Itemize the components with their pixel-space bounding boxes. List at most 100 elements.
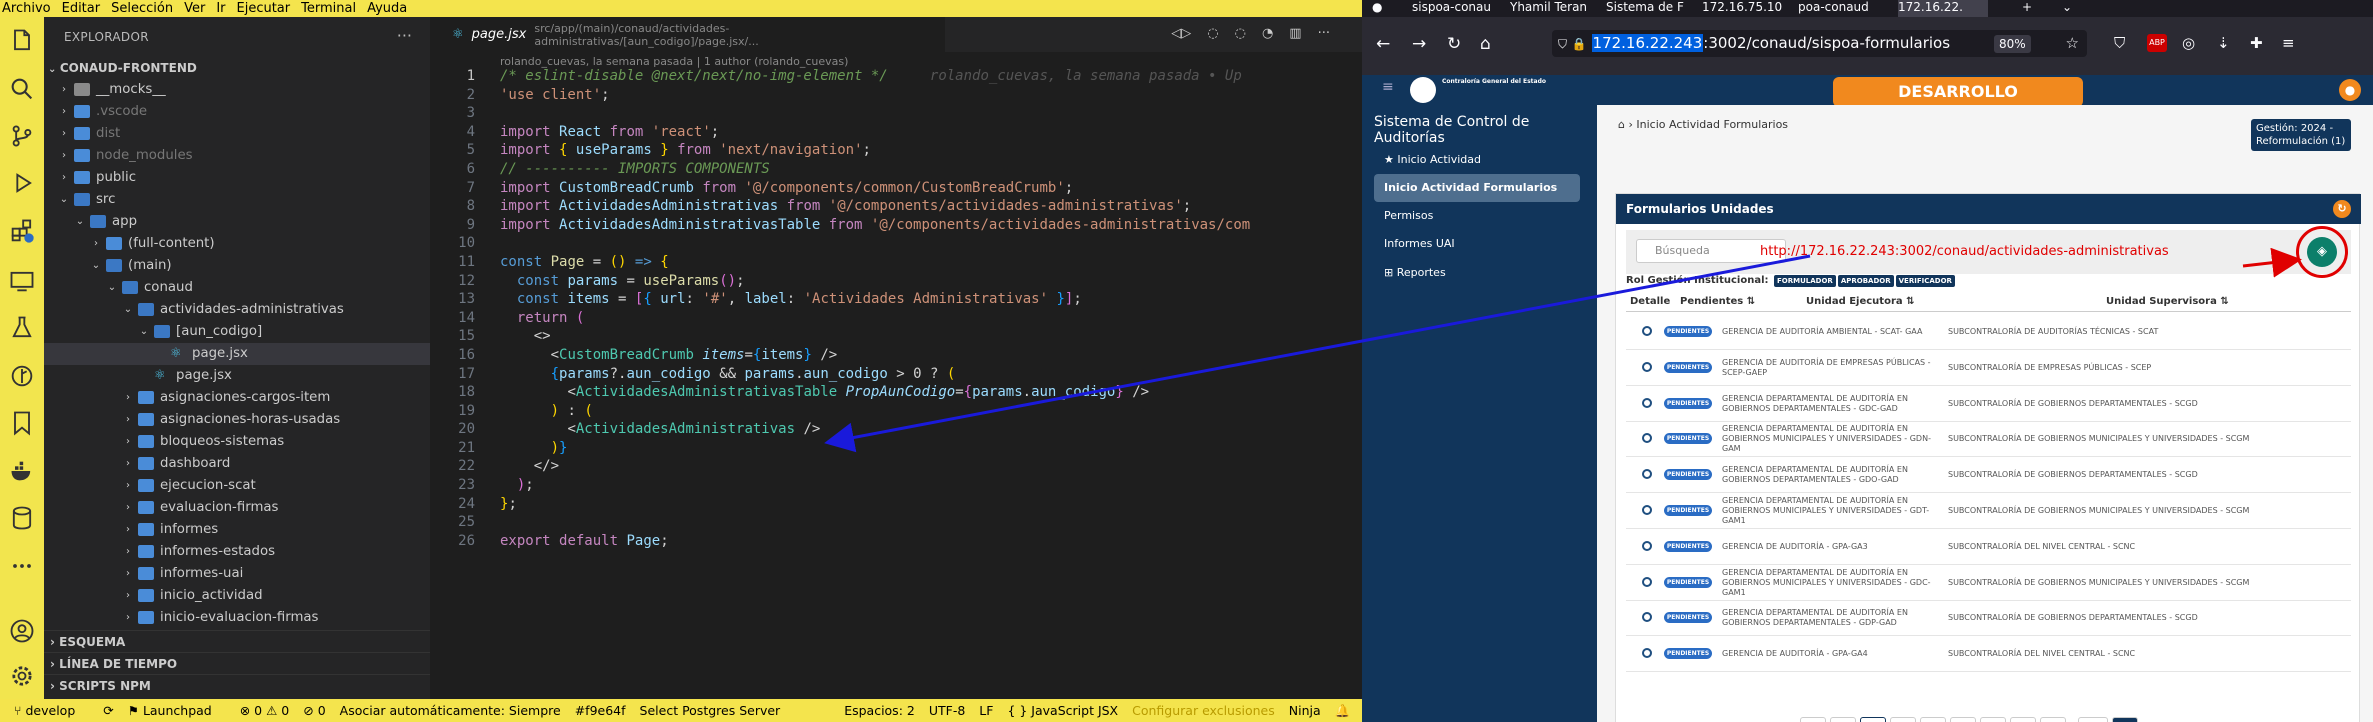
section-npm-scripts[interactable]: › SCRIPTS NPM bbox=[44, 674, 430, 696]
bookmarks-icon[interactable] bbox=[8, 409, 36, 437]
tree-folder[interactable]: › evaluacion-firmas bbox=[44, 497, 430, 519]
status-badge[interactable]: PENDIENTES bbox=[1664, 433, 1712, 445]
explorer-icon[interactable] bbox=[8, 27, 36, 55]
tree-folder[interactable]: ⌄ (main) bbox=[44, 255, 430, 277]
tree-folder[interactable]: › (full-content) bbox=[44, 233, 430, 255]
tree-folder[interactable]: › asignaciones-cargos-item bbox=[44, 387, 430, 409]
browser-tab-3[interactable]: Sistema de F bbox=[1606, 0, 1692, 17]
gestion-badge[interactable]: Gestión: 2024 - Reformulación (1) bbox=[2251, 119, 2351, 151]
page-button[interactable]: » bbox=[2040, 717, 2066, 722]
search-icon[interactable] bbox=[8, 75, 36, 103]
browser-tab-2[interactable]: Yhamil Teran bbox=[1510, 0, 1596, 17]
tree-folder[interactable]: › .vscode bbox=[44, 101, 430, 123]
menu-editar[interactable]: Editar bbox=[62, 1, 101, 16]
status-eol[interactable]: LF bbox=[979, 703, 993, 718]
status-badge[interactable]: PENDIENTES bbox=[1664, 612, 1712, 624]
bookmark-star-icon[interactable]: ☆ bbox=[2066, 30, 2079, 57]
menu-inicio-actividad-formularios[interactable]: Inicio Actividad Formularios bbox=[1374, 174, 1580, 202]
status-auto-attach[interactable]: Asociar automáticamente: Siempre bbox=[340, 703, 561, 718]
status-encoding[interactable]: UTF-8 bbox=[929, 703, 965, 718]
menu-reportes[interactable]: ⊞ Reportes bbox=[1374, 259, 1580, 287]
tab-list-icon[interactable]: ⌄ bbox=[2062, 0, 2072, 17]
docker-icon[interactable] bbox=[8, 457, 36, 485]
view-eye-icon[interactable] bbox=[1642, 576, 1652, 587]
tree-folder[interactable]: › bloqueos-sistemas bbox=[44, 431, 430, 453]
status-db[interactable]: Select Postgres Server bbox=[640, 703, 781, 718]
status-sync[interactable]: ⟳ bbox=[103, 703, 113, 718]
view-eye-icon[interactable] bbox=[1642, 648, 1652, 659]
browser-tab-4[interactable]: 172.16.75.10 bbox=[1702, 0, 1788, 17]
status-ports[interactable]: ⊘ 0 bbox=[303, 703, 325, 718]
status-badge[interactable]: PENDIENTES bbox=[1664, 505, 1712, 516]
browser-tab-5[interactable]: poa-conaud bbox=[1798, 0, 1888, 17]
tree-folder[interactable]: ⌄ conaud bbox=[44, 277, 430, 299]
home-icon[interactable]: ⌂ bbox=[1618, 118, 1625, 131]
manage-gear-icon[interactable] bbox=[8, 662, 36, 690]
account-icon[interactable] bbox=[8, 617, 36, 645]
browser-tab-6-active[interactable]: 172.16.22. bbox=[1898, 0, 1988, 17]
view-eye-icon[interactable] bbox=[1642, 540, 1652, 551]
extensions-icon[interactable] bbox=[8, 217, 36, 245]
tab-page-jsx[interactable]: ⚛ page.jsx src/app/(main)/conaud/activid… bbox=[430, 17, 945, 52]
tree-folder[interactable]: › inicio_actividad bbox=[44, 585, 430, 607]
tree-folder[interactable]: › inicio-evaluacion-firmas bbox=[44, 607, 430, 629]
new-tab-icon[interactable]: + bbox=[2022, 0, 2032, 17]
browser-tab-1[interactable]: sispoa-conau bbox=[1412, 0, 1498, 17]
status-badge[interactable]: PENDIENTES bbox=[1664, 397, 1712, 409]
page-button[interactable]: « bbox=[1800, 717, 1826, 722]
remote-explorer-icon[interactable] bbox=[8, 267, 36, 295]
col-unidad-ejecutora[interactable]: Unidad Ejecutora ⇅ bbox=[1806, 296, 1915, 307]
view-eye-icon[interactable] bbox=[1642, 469, 1652, 480]
more-actions-icon[interactable]: ··· bbox=[1318, 26, 1330, 41]
zoom-indicator[interactable]: 80% bbox=[1994, 35, 2031, 53]
status-problems[interactable]: ⊗ 0 ⚠ 0 bbox=[240, 703, 290, 718]
tree-folder[interactable]: ⌄ [aun_codigo] bbox=[44, 321, 430, 343]
view-eye-icon[interactable] bbox=[1642, 612, 1652, 623]
view-eye-icon[interactable] bbox=[1642, 505, 1652, 515]
status-badge[interactable]: PENDIENTES bbox=[1664, 361, 1712, 373]
menu-informes-uai[interactable]: Informes UAI bbox=[1374, 230, 1580, 258]
source-control-icon[interactable] bbox=[8, 122, 36, 150]
download-icon[interactable]: ⇣ bbox=[2217, 34, 2230, 52]
status-launchpad[interactable]: ⚑ Launchpad bbox=[128, 703, 226, 718]
tree-folder[interactable]: › dashboard bbox=[44, 453, 430, 475]
tree-folder[interactable]: › public bbox=[44, 167, 430, 189]
menu-permisos[interactable]: Permisos bbox=[1374, 202, 1580, 230]
shield-icon[interactable]: ⛉ bbox=[1558, 37, 1567, 51]
forward-icon[interactable]: → bbox=[1412, 34, 1426, 54]
page-button[interactable]: 5 bbox=[1980, 717, 2006, 722]
back-icon[interactable]: ← bbox=[1376, 34, 1390, 54]
notifications-bell-icon[interactable]: 🔔 bbox=[1335, 703, 1351, 719]
more-icon[interactable] bbox=[8, 552, 36, 580]
tree-folder[interactable]: ⌄ actividades-administrativas bbox=[44, 299, 430, 321]
menu-terminal[interactable]: Terminal bbox=[301, 1, 356, 16]
reload-icon[interactable]: ↻ bbox=[1447, 34, 1461, 54]
tree-file[interactable]: ⚛ page.jsx bbox=[44, 365, 430, 387]
status-ninja[interactable]: Ninja bbox=[1289, 703, 1321, 718]
menu-ayuda[interactable]: Ayuda bbox=[367, 1, 407, 16]
section-outline[interactable]: › ESQUEMA bbox=[44, 630, 430, 652]
tree-file[interactable]: ⚛ page.jsx bbox=[44, 343, 430, 365]
tag-button[interactable]: ◈ bbox=[2307, 237, 2337, 267]
tree-folder[interactable]: › informes-estados bbox=[44, 541, 430, 563]
tree-folder[interactable]: › asignaciones-horas-usadas bbox=[44, 409, 430, 431]
code-editor[interactable]: 1/* eslint-disable @next/next/no-img-ele… bbox=[430, 67, 1330, 550]
status-badge[interactable]: PENDIENTES bbox=[1664, 326, 1712, 337]
chevron-down-icon[interactable]: ⌄ bbox=[2112, 717, 2138, 722]
tree-folder[interactable]: › dist bbox=[44, 123, 430, 145]
open-preview-icon[interactable]: ◔ bbox=[1262, 26, 1273, 41]
extension-icon[interactable]: ◎ bbox=[2182, 34, 2195, 52]
page-size-select[interactable]: 10 bbox=[2078, 717, 2108, 722]
run-debug-icon[interactable] bbox=[8, 169, 36, 197]
status-branch[interactable]: ⑂ develop bbox=[14, 703, 89, 718]
status-config-exclusions[interactable]: Configurar exclusiones bbox=[1132, 703, 1275, 718]
testing-icon[interactable] bbox=[8, 314, 36, 342]
page-button[interactable]: 3 bbox=[1920, 717, 1946, 722]
home-icon[interactable]: ⌂ bbox=[1480, 34, 1491, 54]
section-timeline[interactable]: › LÍNEA DE TIEMPO bbox=[44, 652, 430, 674]
split-editor-icon[interactable]: ▥ bbox=[1289, 26, 1301, 41]
tree-folder[interactable]: ⌄ app bbox=[44, 211, 430, 233]
status-commit[interactable]: #f9e64f bbox=[575, 703, 626, 718]
status-badge[interactable]: PENDIENTES bbox=[1664, 648, 1712, 660]
menu-seleccion[interactable]: Selección bbox=[111, 1, 173, 16]
